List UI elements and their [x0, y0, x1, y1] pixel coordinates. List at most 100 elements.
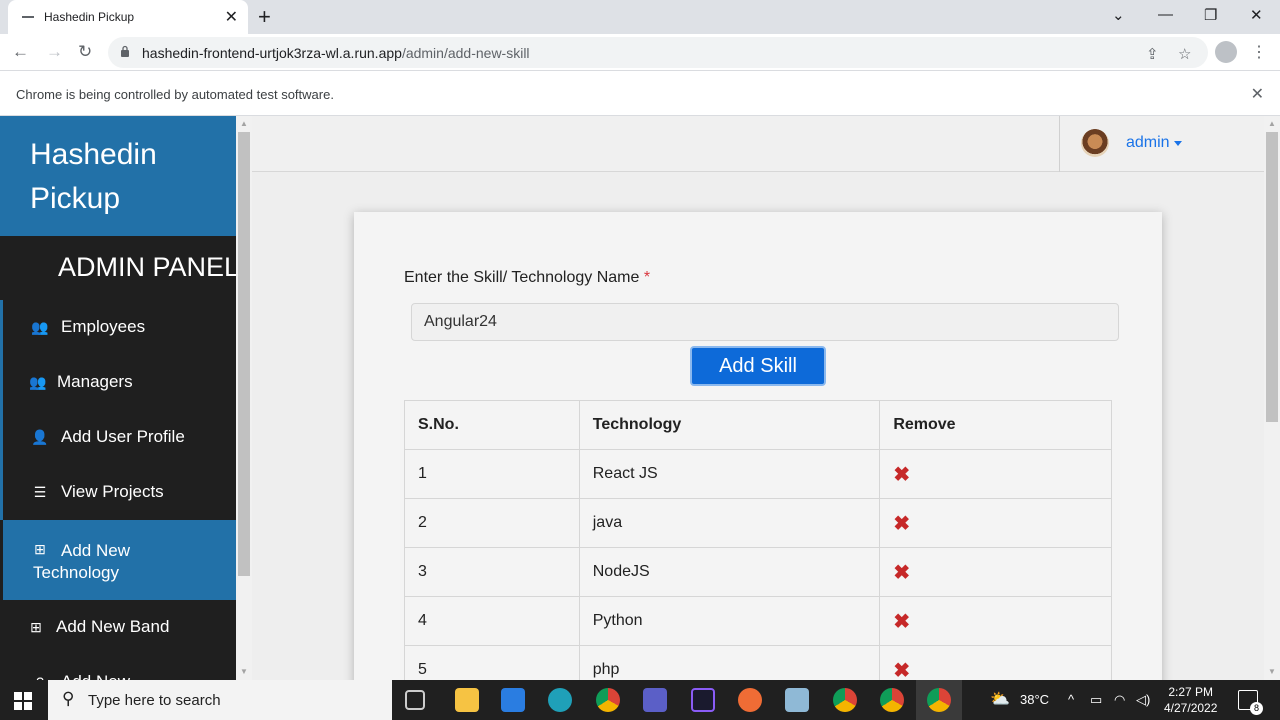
column-header-sno: S.No. [404, 400, 580, 450]
sidebar-item-label-line2: Technology [33, 563, 120, 582]
clock-time: 2:27 PM [1168, 685, 1214, 699]
store-icon[interactable] [501, 688, 525, 712]
table-row: 2 java ✖ [404, 498, 1112, 548]
volume-icon[interactable]: ◁) [1136, 692, 1150, 708]
sidebar-item-managers[interactable]: 👥 Managers [3, 355, 236, 410]
file-explorer-icon[interactable] [455, 688, 479, 712]
window-close-icon[interactable]: ✕ [1250, 6, 1263, 24]
battery-icon[interactable]: ▭ [1090, 692, 1102, 708]
sidebar-item-add-user-profile[interactable]: 👤 Add User Profile [3, 410, 236, 465]
weather-icon[interactable]: ⛅ [990, 689, 1010, 709]
remove-x-icon[interactable]: ✖ [893, 513, 910, 535]
postman-icon[interactable] [738, 688, 762, 712]
restore-icon[interactable]: ❐ [1204, 6, 1217, 24]
skill-field-label: Enter the Skill/ Technology Name * [404, 269, 650, 287]
temperature[interactable]: 38°C [1020, 692, 1049, 707]
scroll-up-arrow-icon[interactable]: ▲ [240, 119, 248, 128]
intellij-icon[interactable] [691, 688, 715, 712]
sidebar-item-employees[interactable]: 👥 Employees [3, 300, 236, 355]
caret-down-icon[interactable] [1174, 141, 1182, 146]
back-arrow-icon[interactable]: ← [12, 42, 29, 62]
row-technology: NodeJS [578, 547, 881, 597]
browser-toolbar: ← → ↻ hashedin-frontend-urtjok3rza-wl.a.… [0, 34, 1280, 71]
wifi-icon[interactable]: ◠ [1114, 692, 1125, 708]
sidebar-item-label: Add New Band [56, 617, 170, 636]
row-technology: React JS [578, 449, 881, 499]
sidebar-item-label-line1: Add New [61, 541, 130, 560]
sidebar-item-view-projects[interactable]: ☰ View Projects [3, 465, 236, 520]
notepad-icon[interactable] [785, 688, 809, 712]
address-bar[interactable]: hashedin-frontend-urtjok3rza-wl.a.run.ap… [108, 37, 1208, 68]
sidebar-scrollbar[interactable]: ▲ ▼ [236, 116, 252, 680]
profile-avatar-icon[interactable] [1215, 41, 1237, 63]
page-scrollbar[interactable]: ▲ ▼ [1264, 116, 1280, 680]
infobar-message: Chrome is being controlled by automated … [16, 87, 334, 102]
row-technology: php [578, 645, 881, 680]
tab-close-icon[interactable]: ✕ [225, 7, 238, 27]
sidebar-item-label: View Projects [61, 482, 164, 501]
scrollbar-thumb[interactable] [238, 132, 250, 576]
chevron-up-icon[interactable]: ^ [1068, 692, 1074, 707]
row-sno: 2 [404, 498, 580, 548]
sidebar: Hashedin Pickup ADMIN PANEL 👥 Employees … [0, 116, 236, 680]
reload-icon[interactable]: ↻ [78, 42, 92, 62]
teams-icon[interactable] [643, 688, 667, 712]
search-placeholder: Type here to search [88, 692, 221, 709]
remove-x-icon[interactable]: ✖ [893, 464, 910, 486]
user-avatar[interactable] [1081, 129, 1109, 157]
chrome-menu-icon[interactable]: ⋮ [1251, 42, 1267, 62]
scroll-down-arrow-icon[interactable]: ▼ [1268, 667, 1276, 676]
required-asterisk: * [643, 269, 651, 286]
remove-x-icon[interactable]: ✖ [893, 562, 910, 584]
brand-logo[interactable]: Hashedin Pickup [0, 116, 236, 236]
skill-name-input[interactable] [411, 303, 1119, 341]
admin-panel-title: ADMIN PANEL [58, 252, 236, 282]
skill-label-text: Enter the Skill/ Technology Name [404, 269, 640, 286]
search-icon: ⚲ [62, 689, 75, 708]
automation-infobar: Chrome is being controlled by automated … [0, 72, 1280, 116]
table-row: 4 Python ✖ [404, 596, 1112, 646]
remove-x-icon[interactable]: ✖ [893, 611, 910, 633]
scrollbar-thumb[interactable] [1266, 132, 1278, 422]
chrome-icon[interactable] [596, 688, 620, 712]
add-skill-button[interactable]: Add Skill [690, 346, 826, 386]
taskbar-search-box[interactable]: ⚲ Type here to search [48, 680, 392, 720]
system-clock[interactable]: 2:27 PM 4/27/2022 [1164, 684, 1217, 716]
row-technology: Python [578, 596, 881, 646]
bookmark-star-icon[interactable]: ☆ [1178, 45, 1191, 63]
sidebar-item-label: Add User Profile [61, 427, 185, 446]
column-header-remove: Remove [879, 400, 1112, 450]
chrome-icon[interactable] [833, 688, 857, 712]
table-row: 5 php ✖ [404, 645, 1112, 681]
tab-favicon-icon [22, 16, 34, 18]
row-sno: 5 [404, 645, 580, 680]
notification-count: 8 [1250, 702, 1263, 715]
chrome-icon[interactable] [880, 688, 904, 712]
chrome-icon[interactable] [927, 688, 951, 712]
row-remove-cell: ✖ [879, 596, 1112, 646]
share-icon[interactable]: ⇪ [1146, 45, 1159, 63]
sidebar-item-add-new-technology[interactable]: ⊞ Add New Technology [3, 520, 236, 600]
sidebar-item-add-new-band[interactable]: ⊞ Add New Band [3, 600, 236, 655]
notification-center-icon[interactable]: 8 [1238, 690, 1263, 715]
brand-line-2: Pickup [30, 182, 121, 215]
clock-date: 4/27/2022 [1164, 701, 1218, 715]
task-view-icon[interactable] [405, 690, 425, 710]
infobar-close-icon[interactable]: ✕ [1251, 84, 1264, 104]
user-menu-toggle[interactable]: admin [1126, 134, 1170, 152]
edge-icon[interactable] [548, 688, 572, 712]
remove-x-icon[interactable]: ✖ [893, 660, 910, 681]
minimize-icon[interactable]: — [1158, 6, 1173, 23]
browser-tab[interactable]: Hashedin Pickup ✕ [8, 0, 248, 34]
tab-search-icon[interactable]: ⌄ [1112, 6, 1125, 24]
sidebar-item-label: Managers [57, 372, 133, 391]
url-text: hashedin-frontend-urtjok3rza-wl.a.run.ap… [142, 45, 530, 61]
table-row: 3 NodeJS ✖ [404, 547, 1112, 597]
forward-arrow-icon[interactable]: → [46, 42, 63, 62]
new-tab-button[interactable]: + [258, 4, 271, 30]
windows-start-icon[interactable] [14, 692, 32, 710]
sidebar-item-add-new[interactable]: ? Add New [3, 655, 236, 680]
column-header-technology: Technology [578, 400, 881, 450]
scroll-down-arrow-icon[interactable]: ▼ [240, 667, 248, 676]
scroll-up-arrow-icon[interactable]: ▲ [1268, 119, 1276, 128]
